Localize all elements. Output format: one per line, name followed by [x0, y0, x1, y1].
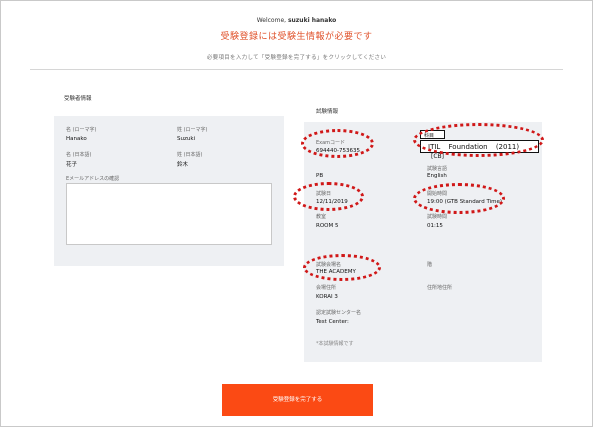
email-confirm-label: Eメールアドレスの確認 — [66, 176, 120, 182]
annotation-ring-venue — [303, 254, 381, 281]
address-value: KORAI 3 — [316, 294, 338, 300]
test-center-value: Test Center: — [316, 319, 349, 325]
first-name-roman-value: Suzuki — [177, 136, 196, 142]
first-name-roman-label: 姓 (ローマ字) — [177, 127, 208, 133]
registration-notice: 受験登録には受験生情報が必要です — [220, 32, 373, 42]
instruction-text: 必要項目を入力して「受験登録を完了する」をクリックしてください — [206, 55, 387, 61]
header-divider — [30, 69, 563, 70]
email-confirm-field[interactable] — [66, 183, 272, 245]
annotation-ring-subject — [413, 123, 544, 157]
exam-format-value: PB — [316, 173, 324, 179]
exam-info-heading: 試験情報 — [316, 109, 339, 115]
duration-value: 01:15 — [427, 223, 443, 229]
annotation-ring-start-time — [413, 183, 505, 214]
test-center-label: 認定試験センター名 — [316, 310, 362, 316]
candidate-info-heading: 受験者情報 — [64, 96, 92, 102]
welcome-message: Welcome, suzuki hanako — [256, 17, 337, 24]
first-name-kanji-label: 姓 (日本語) — [177, 152, 203, 158]
language-label: 試験言語 — [427, 166, 448, 172]
floor-label: 階 — [427, 262, 433, 268]
annotation-ring-exam-date — [293, 182, 364, 211]
last-name-roman-value: Hanako — [66, 136, 87, 142]
complete-registration-button[interactable]: 受験登録を完了する — [222, 384, 373, 416]
exam-footnote: *本試験情報です — [316, 341, 354, 347]
duration-label: 試験時間 — [427, 214, 448, 220]
location-label: 住所地住所 — [427, 285, 453, 291]
last-name-roman-label: 名 (ローマ字) — [66, 127, 97, 133]
last-name-kanji-label: 名 (日本語) — [66, 152, 92, 158]
language-value: English — [427, 173, 447, 179]
room-value: ROOM 5 — [316, 223, 339, 229]
exam-info-panel — [304, 122, 542, 362]
annotation-ring-exam-code — [301, 129, 374, 158]
room-label: 教室 — [316, 214, 327, 220]
first-name-kanji-value: 鈴木 — [177, 162, 189, 168]
user-name: suzuki hanako — [287, 17, 337, 24]
address-label: 会場住所 — [316, 285, 337, 291]
last-name-kanji-value: 花子 — [66, 162, 78, 168]
